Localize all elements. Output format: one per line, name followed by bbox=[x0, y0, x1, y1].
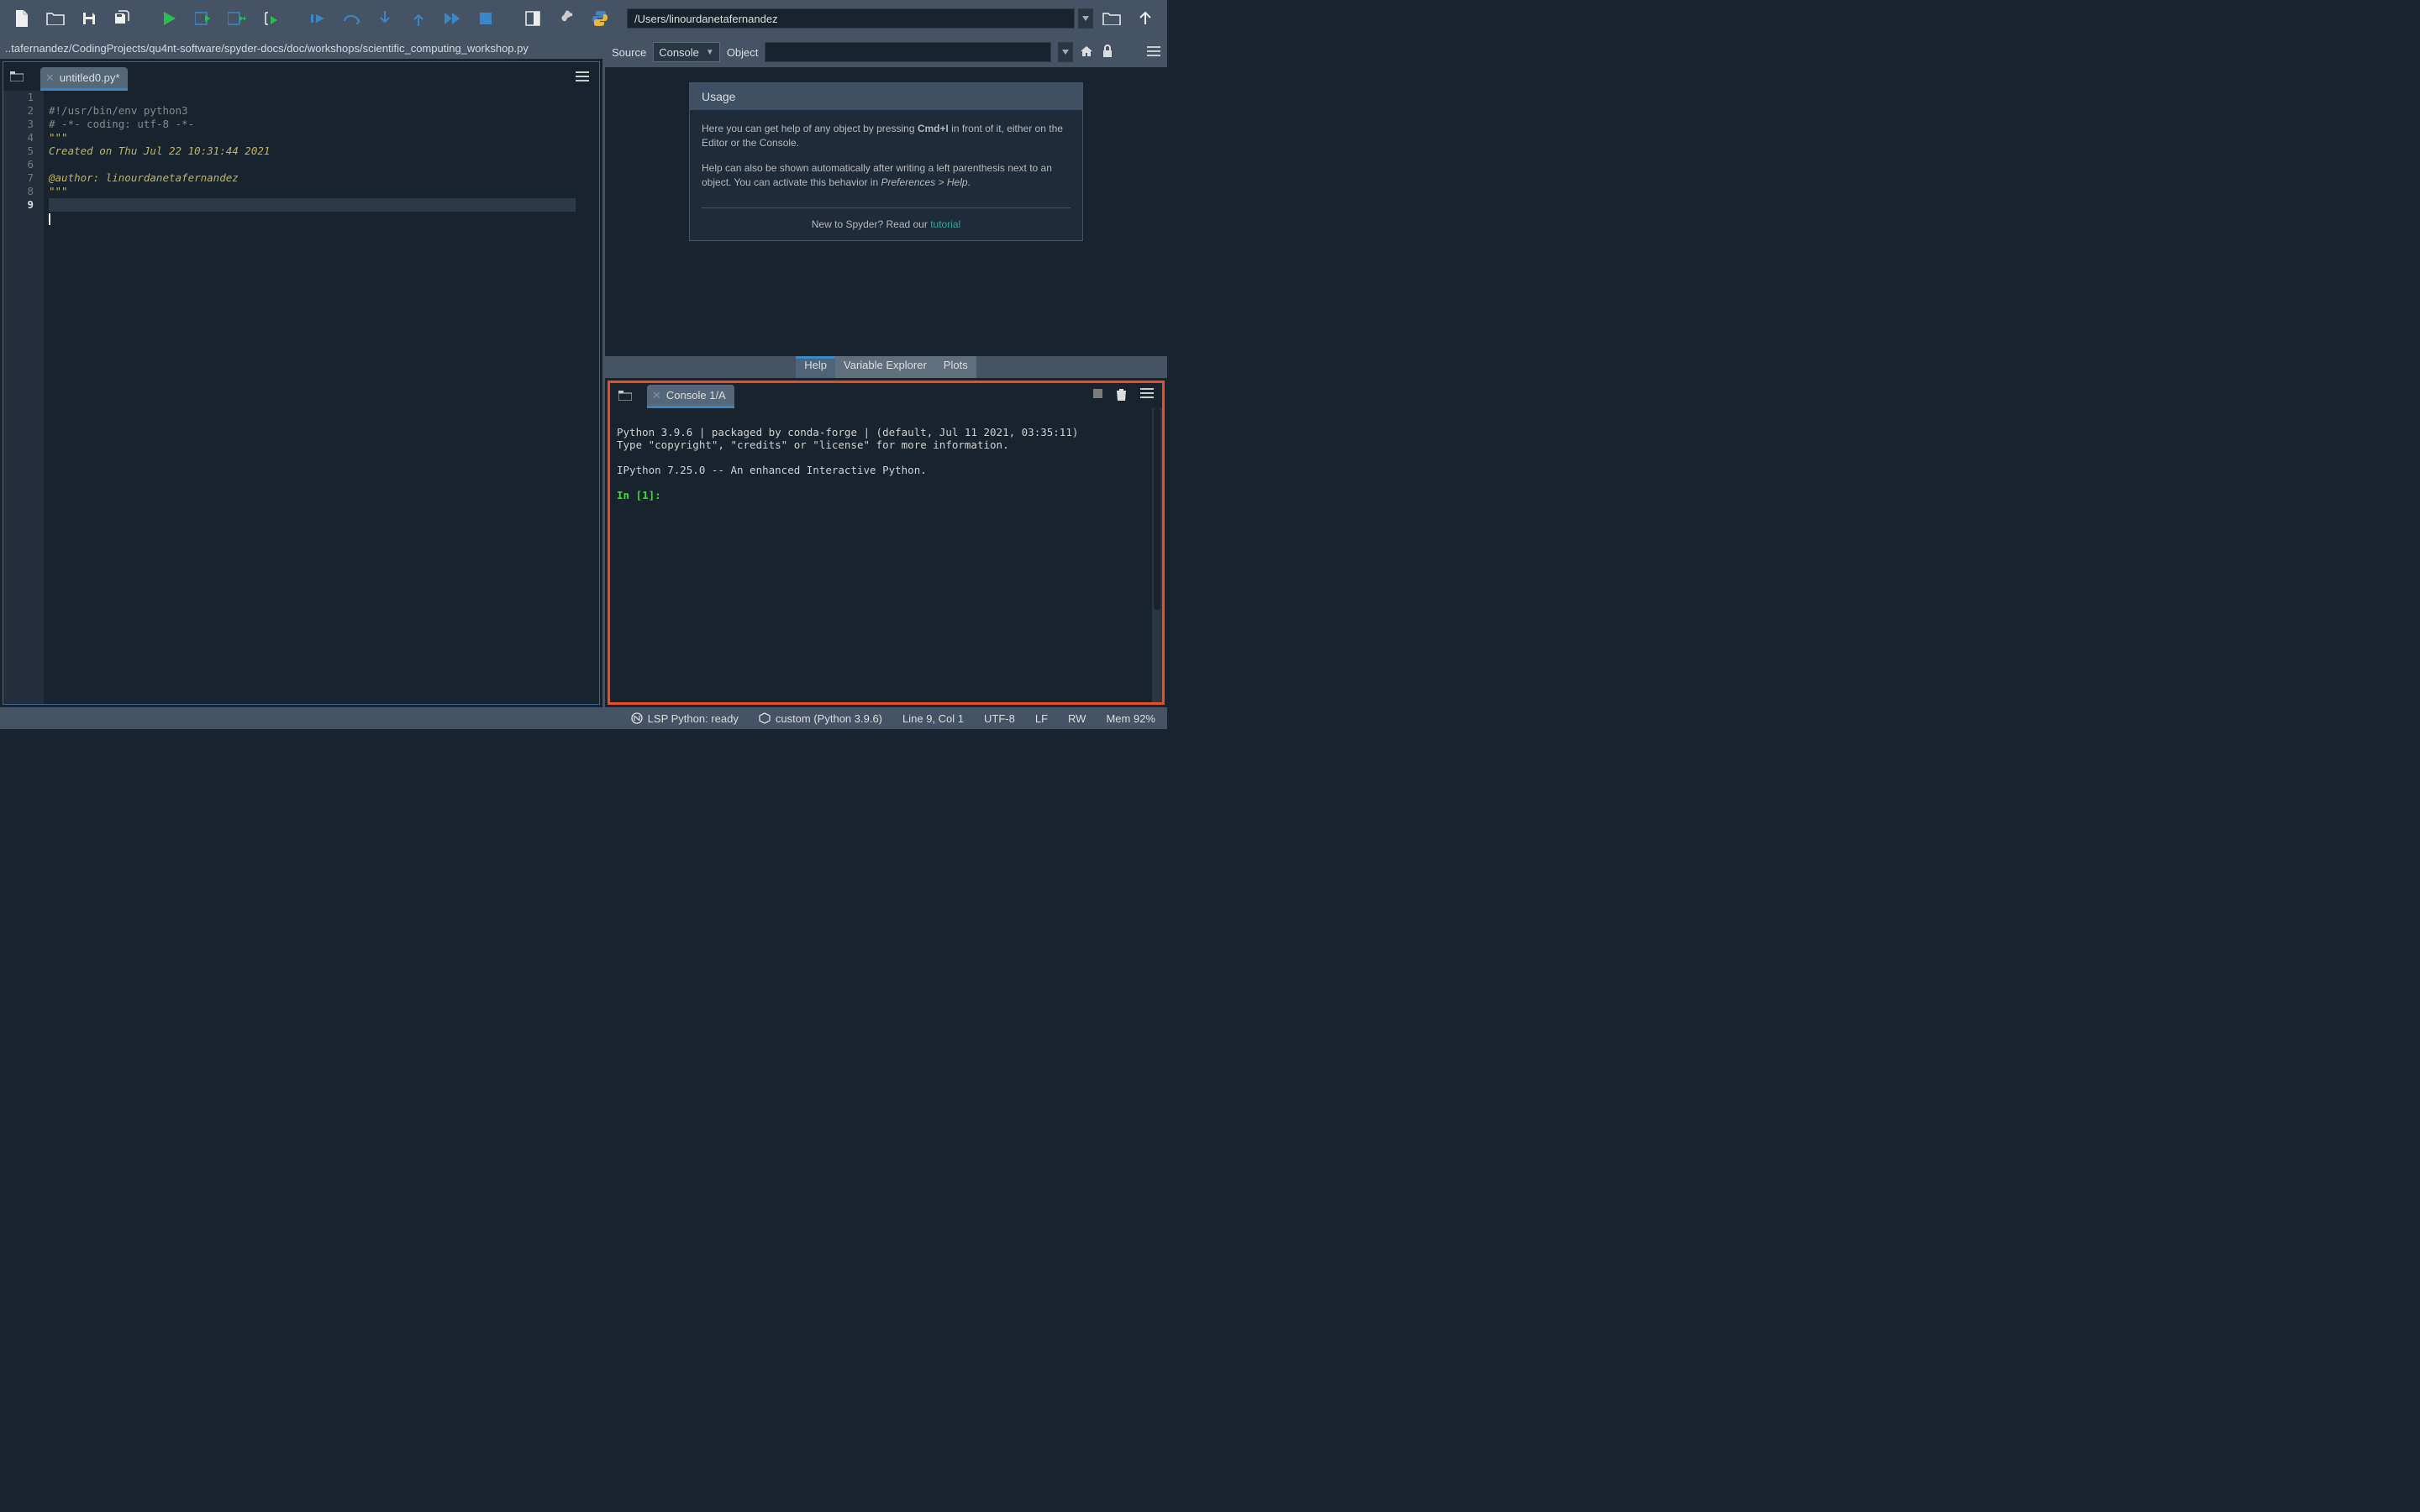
status-eol[interactable]: LF bbox=[1035, 712, 1048, 725]
open-file-icon[interactable] bbox=[40, 3, 71, 34]
object-input[interactable] bbox=[765, 42, 1051, 62]
console-tab[interactable]: ✕ Console 1/A bbox=[647, 385, 734, 408]
editor-pane: ✕ untitled0.py* 123456789 #!/usr/bin/env… bbox=[3, 61, 600, 705]
editor-body[interactable]: 123456789 #!/usr/bin/env python3 # -*- c… bbox=[3, 91, 599, 704]
console-stop-icon[interactable] bbox=[1093, 388, 1102, 403]
ipython-console-pane: ✕ Console 1/A Python 3.9.6 | packaged by… bbox=[608, 381, 1165, 705]
close-tab-icon[interactable]: ✕ bbox=[45, 71, 55, 85]
new-file-icon[interactable] bbox=[7, 3, 37, 34]
help-pane: Source Console▼ Object Usage bbox=[605, 37, 1167, 378]
console-scrollbar[interactable] bbox=[1152, 408, 1162, 702]
debug-stop-icon[interactable] bbox=[471, 3, 501, 34]
home-icon[interactable] bbox=[1080, 45, 1093, 60]
status-mem[interactable]: Mem 92% bbox=[1106, 712, 1155, 725]
console-menu-icon[interactable] bbox=[1140, 388, 1154, 403]
run-icon[interactable] bbox=[155, 3, 185, 34]
status-cursor-pos[interactable]: Line 9, Col 1 bbox=[902, 712, 964, 725]
browse-tabs-icon[interactable] bbox=[7, 66, 27, 87]
run-cell-icon[interactable] bbox=[188, 3, 218, 34]
status-rw[interactable]: RW bbox=[1068, 712, 1086, 725]
debug-continue-icon[interactable] bbox=[437, 3, 467, 34]
debug-icon[interactable] bbox=[302, 3, 333, 34]
status-encoding[interactable]: UTF-8 bbox=[984, 712, 1015, 725]
python-path-icon[interactable] bbox=[585, 3, 615, 34]
editor-filepath: ..tafernandez/CodingProjects/qu4nt-softw… bbox=[0, 37, 602, 59]
console-prompt: In [1]: bbox=[617, 489, 661, 501]
source-label: Source bbox=[612, 46, 646, 59]
main-toolbar bbox=[0, 0, 1167, 37]
maximize-pane-icon[interactable] bbox=[518, 3, 548, 34]
tab-variable-explorer[interactable]: Variable Explorer bbox=[835, 356, 935, 378]
debug-step-over-icon[interactable] bbox=[336, 3, 366, 34]
debug-step-into-icon[interactable] bbox=[370, 3, 400, 34]
help-pane-tabs: Help Variable Explorer Plots bbox=[605, 356, 1167, 378]
console-output[interactable]: Python 3.9.6 | packaged by conda-forge |… bbox=[610, 408, 1162, 702]
source-combo[interactable]: Console▼ bbox=[653, 42, 720, 62]
editor-tab[interactable]: ✕ untitled0.py* bbox=[40, 67, 128, 91]
browse-dir-icon[interactable] bbox=[1097, 3, 1127, 34]
line-gutter: 123456789 bbox=[3, 91, 44, 704]
tutorial-link[interactable]: tutorial bbox=[930, 218, 960, 230]
debug-step-out-icon[interactable] bbox=[403, 3, 434, 34]
console-tab-label: Console 1/A bbox=[666, 389, 726, 402]
tab-help[interactable]: Help bbox=[796, 356, 835, 378]
tab-plots[interactable]: Plots bbox=[935, 356, 976, 378]
run-selection-icon[interactable] bbox=[255, 3, 286, 34]
run-cell-advance-icon[interactable] bbox=[222, 3, 252, 34]
save-icon[interactable] bbox=[74, 3, 104, 34]
status-lsp[interactable]: LSP Python: ready bbox=[631, 712, 739, 725]
console-close-tab-icon[interactable]: ✕ bbox=[652, 389, 661, 402]
status-env[interactable]: custom (Python 3.9.6) bbox=[759, 712, 882, 725]
help-menu-icon[interactable] bbox=[1147, 46, 1160, 59]
console-remove-icon[interactable] bbox=[1116, 388, 1127, 403]
editor-tab-label: untitled0.py* bbox=[60, 71, 120, 84]
status-bar: LSP Python: ready custom (Python 3.9.6) … bbox=[0, 707, 1167, 729]
lock-icon[interactable] bbox=[1102, 45, 1113, 60]
parent-dir-icon[interactable] bbox=[1130, 3, 1160, 34]
text-cursor bbox=[49, 213, 50, 225]
save-all-icon[interactable] bbox=[108, 3, 138, 34]
preferences-icon[interactable] bbox=[551, 3, 581, 34]
object-label: Object bbox=[727, 46, 759, 59]
object-dropdown[interactable] bbox=[1058, 42, 1073, 62]
console-browse-tabs-icon[interactable] bbox=[615, 386, 635, 406]
usage-title: Usage bbox=[690, 83, 1082, 110]
editor-menu-icon[interactable] bbox=[572, 66, 592, 87]
working-dir-dropdown[interactable] bbox=[1078, 8, 1093, 29]
working-dir-input[interactable] bbox=[627, 8, 1075, 29]
usage-card: Usage Here you can get help of any objec… bbox=[689, 82, 1083, 241]
